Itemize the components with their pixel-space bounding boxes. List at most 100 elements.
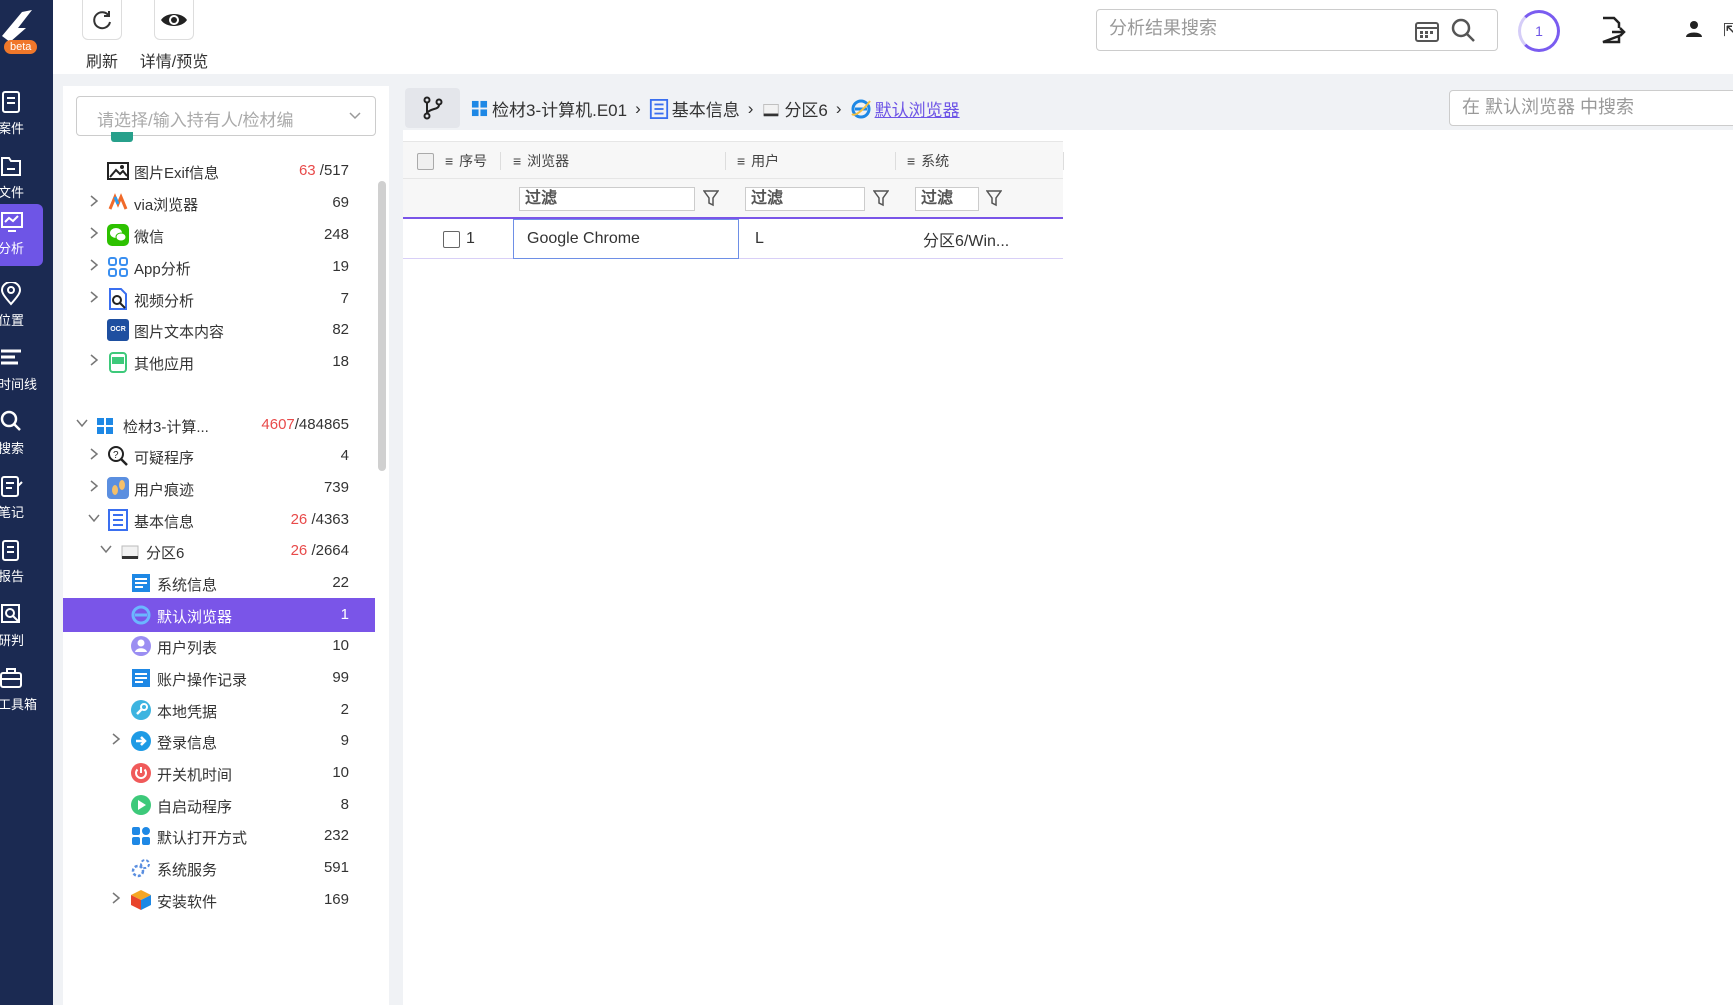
table-row[interactable]: 1 Google Chrome L 分区6/Win... [403,219,1063,259]
filter-icon[interactable] [873,189,889,207]
tree-row-via-browser[interactable]: via浏览器 69 [63,186,375,220]
tree-row-image-exif[interactable]: 图片Exif信息 63 /517 [63,154,375,188]
basic-info-icon [649,98,668,119]
tree-row-local-credentials[interactable]: 本地凭据 2 [63,693,375,727]
preview-button[interactable]: 详情/预览 [139,0,209,72]
tree-row-app-analysis[interactable]: App分析 19 [63,250,375,284]
column-header-index[interactable]: ≡ 序号 [445,142,487,180]
tree-row-user-traces[interactable]: 用户痕迹 739 [63,471,375,505]
refresh-icon [93,10,111,29]
browser-filter-input[interactable]: 过滤 [519,187,695,211]
tree-row-basic-info[interactable]: 基本信息 26 /4363 [63,503,375,537]
system-filter-input[interactable]: 过滤 [915,187,979,211]
chevron-right-icon[interactable] [109,732,123,746]
tree-row-autostart[interactable]: 自启动程序 8 [63,788,375,822]
refresh-button[interactable]: 刷新 [72,0,132,72]
location-pin-icon [0,282,22,306]
tree-row-user-list[interactable]: 用户列表 10 [63,629,375,663]
column-menu-icon[interactable]: ≡ [445,153,453,169]
nav-item-timeline[interactable]: 时间线 [0,340,53,402]
task-progress-indicator[interactable]: 1 [1518,10,1560,52]
search-icon[interactable] [1451,18,1477,44]
refresh-button-box[interactable] [82,0,122,40]
holder-select[interactable]: 请选择/输入持有人/检材编 [76,96,376,136]
tree-row-login-info[interactable]: 登录信息 9 [63,724,375,758]
chevron-right-icon[interactable] [87,194,101,208]
tree-row-default-open[interactable]: 默认打开方式 232 [63,819,375,853]
nav-item-report[interactable]: 报告 [0,532,53,594]
pin-icon[interactable]: ⇱ [1723,20,1733,41]
panel-search-input[interactable] [1462,97,1722,118]
breadcrumb-item-partition[interactable]: 分区6 [761,96,828,121]
tree-row-evidence-computer[interactable]: 检材3-计算... 4607/484865 [63,408,375,442]
export-icon[interactable] [1600,16,1626,44]
column-header-system[interactable]: ≡ 系统 [907,142,949,180]
tree-row-account-log[interactable]: 账户操作记录 99 [63,661,375,695]
tree-row-ocr[interactable]: OCR 图片文本内容 82 [63,313,375,347]
tree-row-other-apps[interactable]: 其他应用 18 [63,345,375,379]
chevron-down-icon[interactable] [75,416,89,430]
tree-row-system-services[interactable]: 系统服务 591 [63,851,375,885]
nav-item-search[interactable]: 搜索 [0,404,53,466]
tree-row-wechat[interactable]: 微信 248 [63,218,375,252]
tree-row-installed-software[interactable]: 安装软件 169 [63,883,375,917]
column-divider[interactable] [1063,152,1064,170]
tree-label: 其他应用 [134,356,195,373]
panel-search-box[interactable] [1449,90,1733,126]
analysis-search-input[interactable] [1109,18,1389,39]
user-filter-input[interactable]: 过滤 [745,187,865,211]
chevron-right-icon[interactable] [87,226,101,240]
column-header-browser[interactable]: ≡ 浏览器 [513,142,569,180]
user-icon[interactable] [1685,20,1703,38]
tree-count: 69 [332,194,349,211]
chevron-right-icon[interactable] [87,353,101,367]
chevron-right-icon[interactable] [87,479,101,493]
tree-row-partition6[interactable]: 分区6 26 /2664 [63,534,375,568]
grid-header: ≡ 序号 ≡ 浏览器 ≡ 用户 ≡ 系统 [403,141,1064,180]
nav-item-analysis[interactable]: 分析 [0,204,43,266]
analysis-search-box[interactable] [1096,9,1498,51]
breadcrumb-item-evidence[interactable]: 检材3-计算机.E01 [471,96,627,121]
tree-row-power-times[interactable]: 开关机时间 10 [63,756,375,790]
chevron-right-icon[interactable] [109,891,123,905]
tree-row-suspicious[interactable]: ? 可疑程序 4 [63,439,375,473]
tree-count: 63 /517 [298,162,349,179]
column-divider[interactable] [725,152,726,170]
tree-scrollbar[interactable] [378,181,386,471]
user-cell[interactable]: L [755,219,905,259]
breadcrumb-item-default-browser[interactable]: 默认浏览器 [850,96,960,121]
column-menu-icon[interactable]: ≡ [737,153,745,169]
tree-row-clipped[interactable] [63,132,375,146]
system-cell[interactable]: 分区6/Win... [923,219,1063,259]
chevron-right-icon[interactable] [87,258,101,272]
column-divider[interactable] [895,152,896,170]
chevron-down-icon[interactable] [99,542,113,556]
browser-cell[interactable]: Google Chrome [513,219,739,259]
column-menu-icon[interactable]: ≡ [513,153,521,169]
default-open-icon [132,827,150,845]
column-menu-icon[interactable]: ≡ [907,153,915,169]
select-all-checkbox[interactable] [417,152,434,170]
filter-icon[interactable] [703,189,719,207]
nav-item-files[interactable]: 文件 [0,148,53,210]
nav-item-case[interactable]: 案件 [0,84,53,146]
chevron-down-icon[interactable] [87,511,101,525]
row-checkbox[interactable] [443,230,460,248]
nav-item-toolbox[interactable]: 工具箱 [0,660,53,722]
tree-row-default-browser[interactable]: 默认浏览器 1 [63,598,375,632]
branch-toggle-button[interactable] [405,88,460,128]
calendar-icon[interactable] [1415,20,1439,42]
filter-icon[interactable] [986,189,1002,207]
column-header-user[interactable]: ≡ 用户 [737,142,779,180]
chevron-right-icon[interactable] [87,447,101,461]
tree-row-system-info[interactable]: 系统信息 22 [63,566,375,600]
nav-item-notes[interactable]: 笔记 [0,468,53,530]
breadcrumb-separator: › [635,98,641,118]
column-divider[interactable] [500,152,501,170]
preview-button-box[interactable] [154,0,194,40]
breadcrumb-item-basic-info[interactable]: 基本信息 [649,96,740,121]
nav-item-judge[interactable]: 研判 [0,596,53,658]
nav-item-location[interactable]: 位置 [0,276,53,338]
chevron-right-icon[interactable] [87,290,101,304]
tree-row-video-analysis[interactable]: 视频分析 7 [63,282,375,316]
